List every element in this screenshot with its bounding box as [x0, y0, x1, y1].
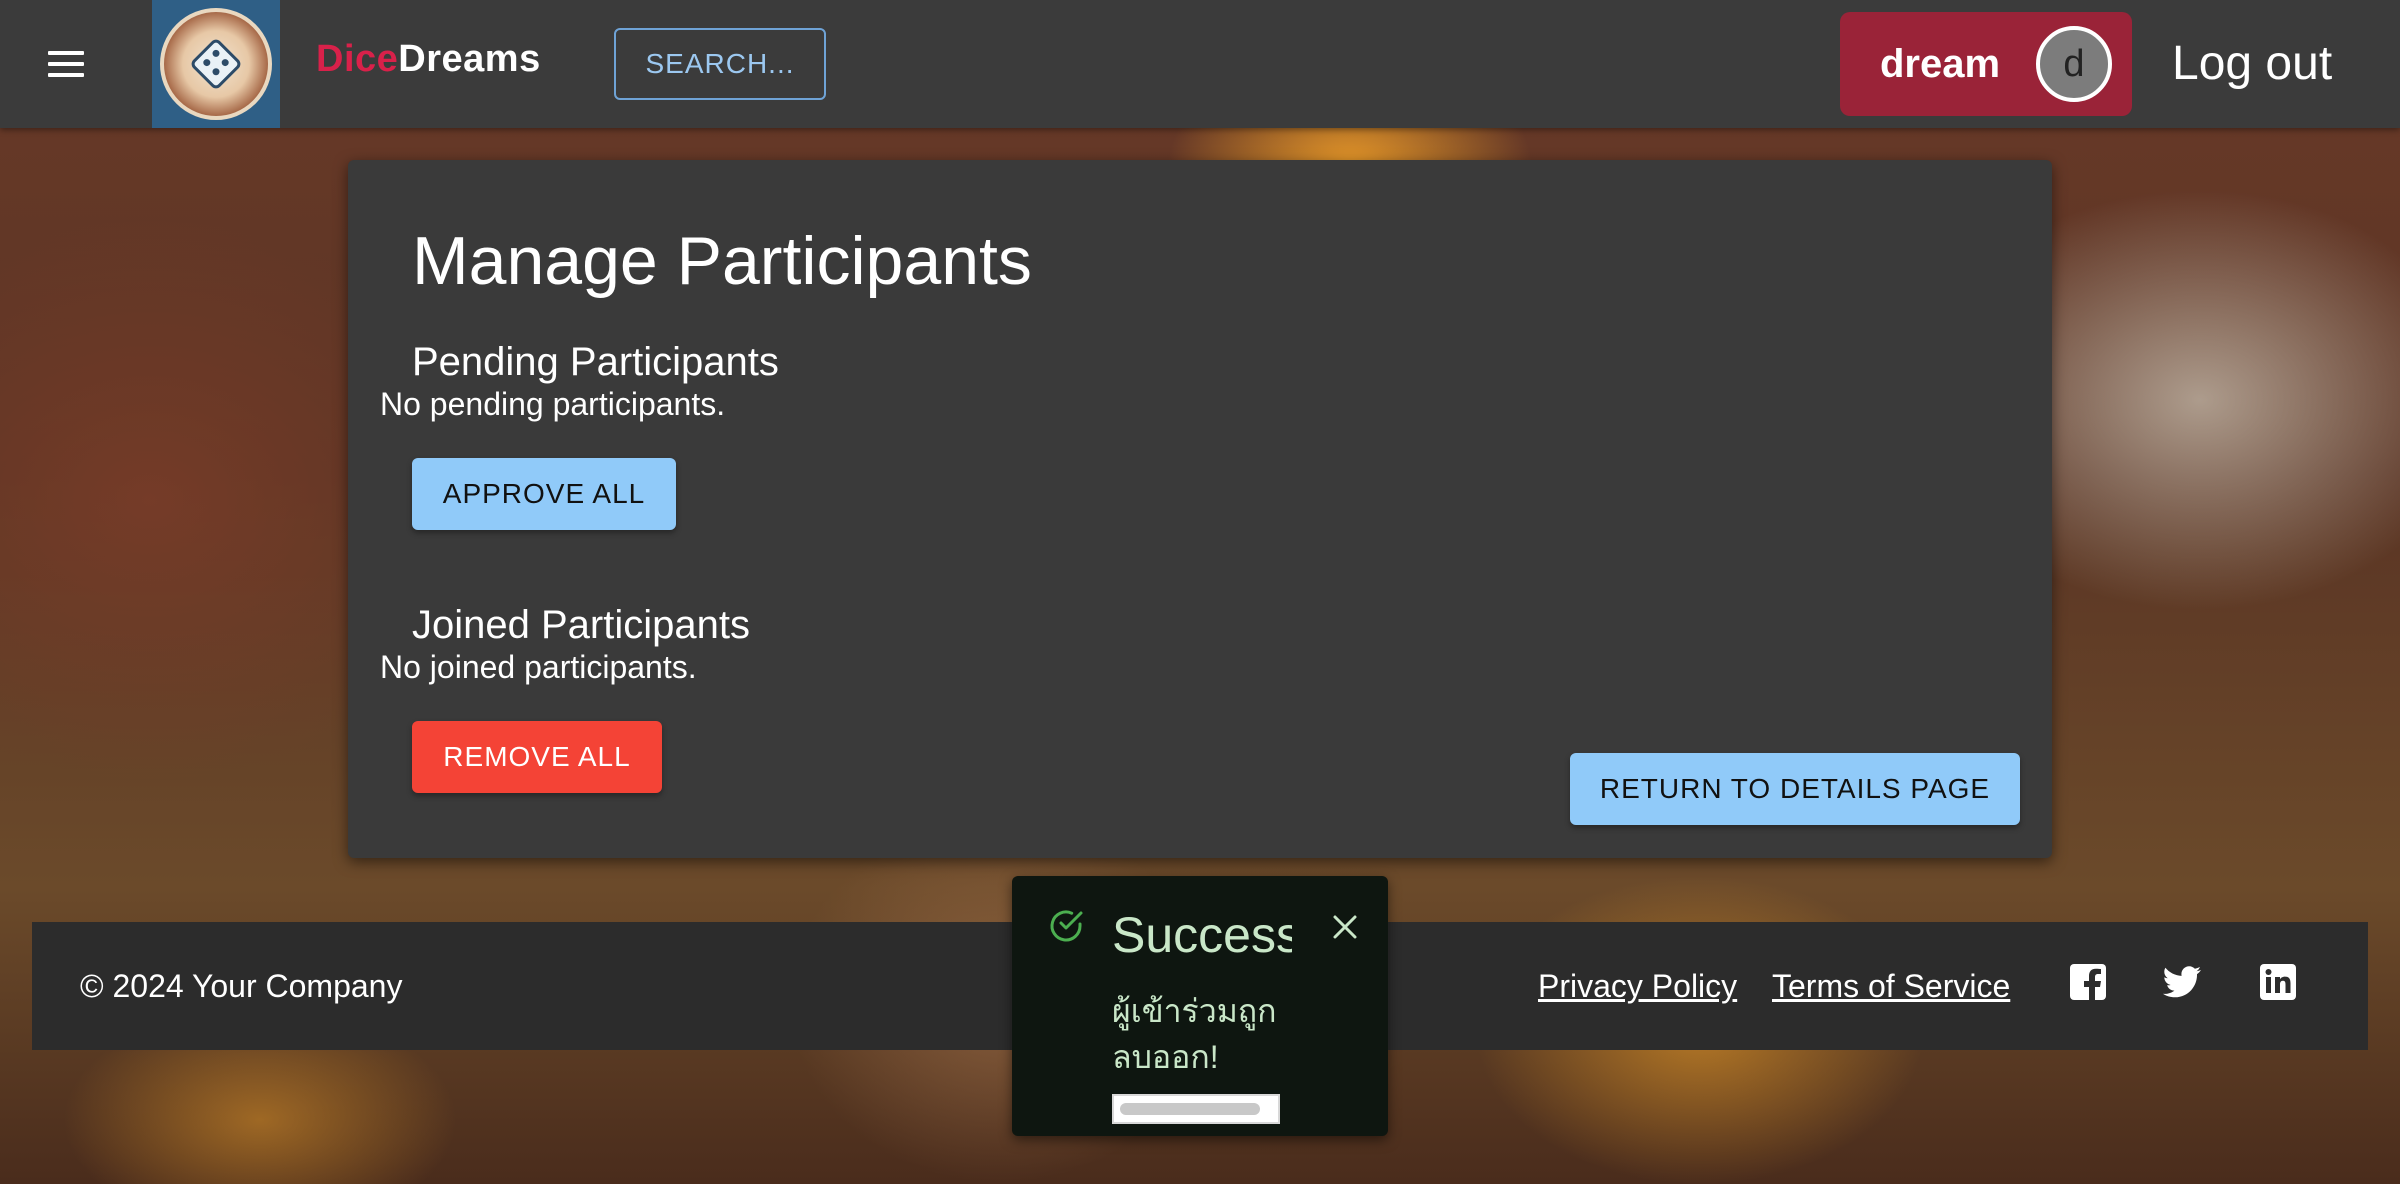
avatar: d [2036, 26, 2112, 102]
toast-message: ผู้เข้าร่วมถูกลบออก! [1112, 993, 1277, 1075]
privacy-policy-link[interactable]: Privacy Policy [1538, 968, 1737, 1005]
toast-progress-bar [1112, 1094, 1280, 1124]
brand-name-dreams: Dreams [398, 38, 541, 80]
hamburger-menu-icon[interactable] [48, 44, 96, 84]
username: dream [1880, 41, 2001, 86]
user-profile-button[interactable]: dream d [1840, 12, 2132, 116]
copyright-text: © 2024 Your Company [80, 968, 403, 1004]
search-button[interactable]: SEARCH... [614, 28, 826, 100]
pending-empty-text: No pending participants. [380, 386, 726, 422]
toast-title: Success [1112, 907, 1292, 963]
close-icon[interactable] [1328, 910, 1362, 944]
success-toast: Success ผู้เข้าร่วมถูกลบออก! [1012, 876, 1388, 1136]
dicedreams-logo[interactable] [152, 0, 280, 128]
page-title: Manage Participants [412, 223, 1032, 299]
toast-progress-fill [1120, 1103, 1260, 1115]
joined-empty-text: No joined participants. [380, 649, 697, 685]
logo-emblem [160, 8, 272, 120]
manage-participants-card: Manage Participants Pending Participants… [348, 160, 2052, 858]
pending-participants-heading: Pending Participants [412, 340, 779, 384]
twitter-icon[interactable] [2162, 962, 2202, 1002]
top-app-bar: DiceDreams SEARCH... dream d Log out [0, 0, 2400, 128]
linkedin-icon[interactable] [2258, 962, 2298, 1002]
brand-name[interactable]: DiceDreams [316, 38, 541, 81]
joined-participants-heading: Joined Participants [412, 603, 750, 647]
approve-all-button[interactable]: APPROVE ALL [412, 458, 676, 530]
logout-button[interactable]: Log out [2172, 36, 2332, 91]
dice-icon [189, 37, 243, 91]
return-to-details-button[interactable]: RETURN TO DETAILS PAGE [1570, 753, 2020, 825]
brand-name-dice: Dice [316, 38, 399, 80]
check-circle-icon [1050, 910, 1083, 942]
remove-all-button[interactable]: REMOVE ALL [412, 721, 662, 793]
facebook-icon[interactable] [2068, 962, 2108, 1002]
terms-of-service-link[interactable]: Terms of Service [1772, 968, 2010, 1005]
